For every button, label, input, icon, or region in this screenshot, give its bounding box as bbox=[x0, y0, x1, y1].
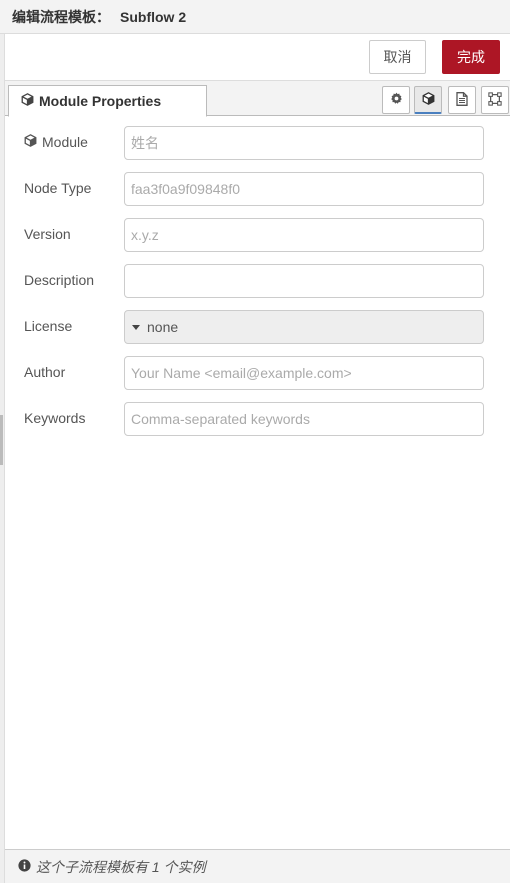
node-type-label: Node Type bbox=[24, 180, 92, 196]
subflow-name: Subflow 2 bbox=[120, 8, 187, 25]
caret-down-icon bbox=[132, 324, 140, 330]
tab-appearance[interactable] bbox=[481, 86, 509, 114]
module-row: Module bbox=[5, 126, 510, 160]
author-label: Author bbox=[24, 364, 66, 380]
tray-toolbar: 取消 完成 bbox=[5, 34, 510, 80]
keywords-label: Keywords bbox=[24, 410, 86, 426]
description-icon bbox=[456, 91, 468, 109]
license-value: none bbox=[147, 319, 179, 335]
settings-icon bbox=[390, 92, 403, 108]
instance-count-text: 这个子流程模板有 1 个实例 bbox=[36, 858, 206, 875]
tray-footer: 这个子流程模板有 1 个实例 bbox=[5, 849, 510, 883]
tab-label: Module Properties bbox=[39, 93, 162, 109]
cancel-button[interactable]: 取消 bbox=[369, 40, 426, 74]
author-row: Author bbox=[5, 356, 510, 390]
description-label: Description bbox=[24, 272, 95, 288]
tab-module-properties[interactable]: Module Properties bbox=[8, 85, 207, 117]
module-icon bbox=[21, 93, 39, 109]
tab-settings[interactable] bbox=[382, 86, 410, 114]
version-row: Version bbox=[5, 218, 510, 252]
module-icon bbox=[24, 134, 42, 150]
node-type-row: Node Type bbox=[5, 172, 510, 206]
tab-description[interactable] bbox=[448, 86, 476, 114]
author-input[interactable] bbox=[124, 356, 484, 390]
appearance-icon bbox=[488, 91, 502, 109]
description-input[interactable] bbox=[124, 264, 484, 298]
version-input[interactable] bbox=[124, 218, 484, 252]
done-button[interactable]: 完成 bbox=[442, 40, 500, 74]
license-select[interactable]: none bbox=[124, 310, 484, 344]
license-label: License bbox=[24, 318, 73, 334]
tray-title: 编辑流程模板： bbox=[12, 8, 110, 25]
license-row: License none bbox=[5, 310, 510, 344]
tray-header: 编辑流程模板： Subflow 2 bbox=[0, 0, 510, 34]
resize-handle[interactable] bbox=[0, 415, 3, 465]
node-type-input[interactable] bbox=[124, 172, 484, 206]
info-icon bbox=[18, 858, 36, 875]
description-row: Description bbox=[5, 264, 510, 298]
keywords-row: Keywords bbox=[5, 402, 510, 436]
module-label: Module bbox=[24, 134, 88, 150]
tabs-row: Module Properties bbox=[5, 80, 510, 117]
version-label: Version bbox=[24, 226, 71, 242]
module-input[interactable] bbox=[124, 126, 484, 160]
keywords-input[interactable] bbox=[124, 402, 484, 436]
tab-module[interactable] bbox=[414, 86, 442, 114]
module-icon bbox=[422, 91, 435, 108]
